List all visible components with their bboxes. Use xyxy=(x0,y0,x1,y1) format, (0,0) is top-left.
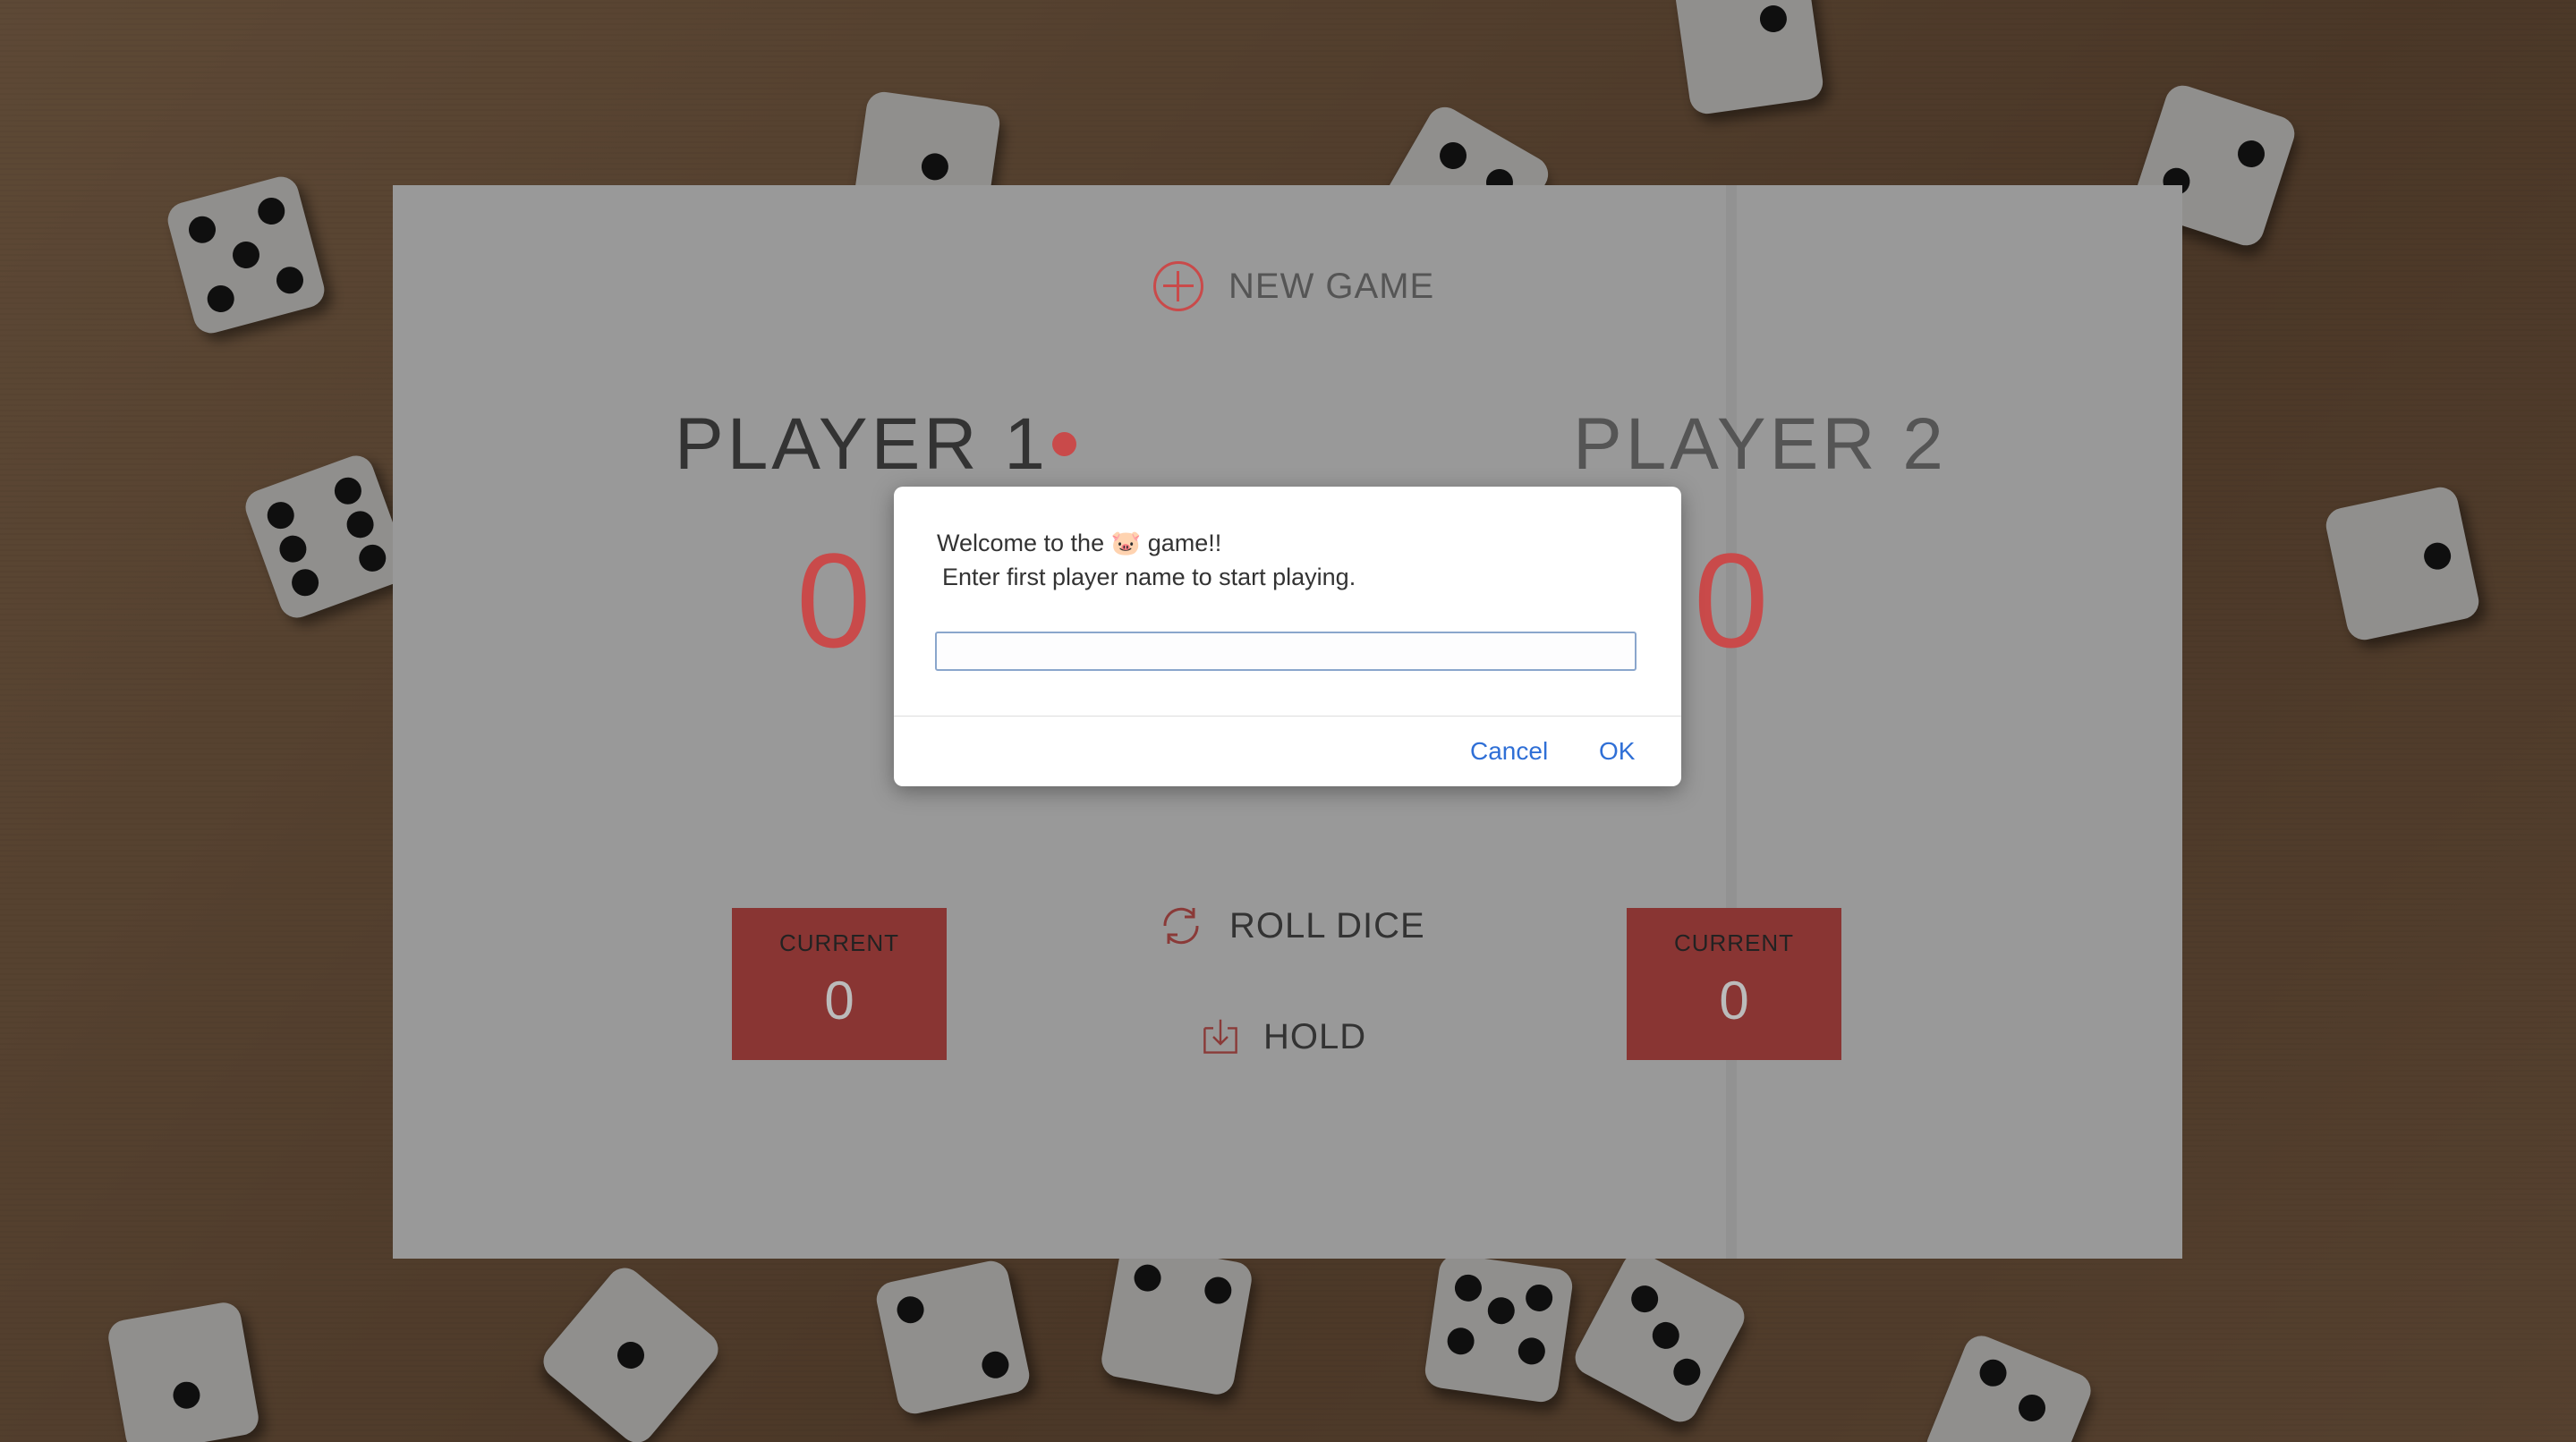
new-game-label: NEW GAME xyxy=(1228,266,1435,306)
hold-label: HOLD xyxy=(1263,1016,1367,1056)
prompt-dialog: Welcome to the 🐷 game!! Enter first play… xyxy=(894,487,1681,786)
refresh-icon xyxy=(1163,907,1199,945)
player2-current-box: CURRENT 0 xyxy=(1627,908,1841,1060)
dialog-line1: Welcome to the 🐷 game!! xyxy=(937,526,1356,560)
player-name-input[interactable] xyxy=(935,632,1637,671)
dialog-divider xyxy=(894,716,1681,717)
cancel-button[interactable]: Cancel xyxy=(1470,737,1548,766)
new-game-button[interactable]: NEW GAME xyxy=(1153,261,1434,311)
current-label: CURRENT xyxy=(778,929,900,956)
player2-score: 0 xyxy=(1694,525,1769,675)
dialog-line2: Enter first player name to start playing… xyxy=(942,564,1356,590)
current-label: CURRENT xyxy=(1673,929,1795,956)
player1-current-box: CURRENT 0 xyxy=(732,908,947,1060)
player2-name: PLAYER 2 xyxy=(1573,403,1947,485)
pig-emoji-icon: 🐷 xyxy=(1110,530,1142,556)
dialog-message: Welcome to the 🐷 game!! Enter first play… xyxy=(937,526,1356,594)
current-value: 0 xyxy=(1719,971,1749,1031)
dialog-line1-prefix: Welcome to the xyxy=(937,530,1111,556)
active-player-indicator xyxy=(1052,432,1076,456)
plus-circle-icon xyxy=(1153,261,1203,311)
ok-button[interactable]: OK xyxy=(1599,737,1635,766)
download-icon xyxy=(1203,1019,1237,1054)
current-value: 0 xyxy=(824,971,854,1031)
roll-dice-label: ROLL DICE xyxy=(1229,905,1425,946)
player1-score: 0 xyxy=(796,525,871,675)
player1-name: PLAYER 1 xyxy=(675,403,1049,485)
dialog-line1-suffix: game!! xyxy=(1147,530,1222,556)
roll-dice-button[interactable]: ROLL DICE xyxy=(1154,899,1425,953)
hold-button[interactable]: HOLD xyxy=(1199,1015,1366,1058)
